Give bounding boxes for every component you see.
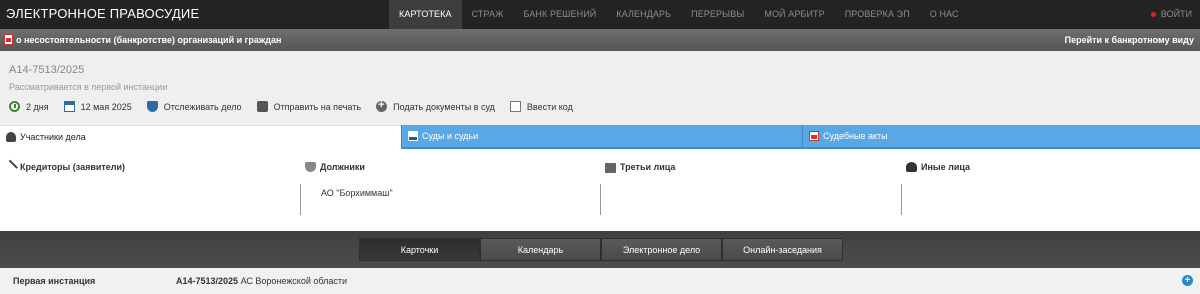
- tab-electronic-case[interactable]: Электронное дело: [601, 238, 722, 261]
- case-type-bar: о несостоятельности (банкротстве) органи…: [0, 29, 1200, 51]
- track-case-label: Отслеживать дело: [163, 101, 242, 112]
- tab-courts-label: Суды и судьи: [422, 131, 479, 141]
- bottom-tabs: Карточки Календарь Электронное дело Онла…: [359, 238, 843, 261]
- calendar-icon: [63, 101, 75, 112]
- third-parties-heading: Третьи лица: [620, 162, 676, 172]
- instance-row[interactable]: Первая инстанция А14-7513/2025 АС Вороне…: [0, 268, 1200, 294]
- tab-calendar[interactable]: Календарь: [480, 238, 601, 261]
- nav-item-bank-resheniy[interactable]: БАНК РЕШЕНИЙ: [514, 0, 607, 29]
- instance-label: Первая инстанция: [13, 276, 96, 286]
- case-status: Рассматривается в первой инстанции: [9, 82, 168, 92]
- nav-item-kartoteka[interactable]: КАРТОТЕКА: [389, 0, 462, 29]
- track-case-button[interactable]: Отслеживать дело: [146, 101, 242, 112]
- tab-courts-judges[interactable]: Суды и судьи: [401, 125, 802, 148]
- other-persons-heading: Иные лица: [921, 162, 970, 172]
- third-parties-column: Третьи лица: [600, 149, 900, 231]
- tab-participants[interactable]: Участники дела: [0, 125, 401, 148]
- other-persons-list: [901, 184, 922, 215]
- other-persons-column: Иные лица: [901, 149, 1200, 231]
- participants-panel: Кредиторы (заявители) Должники АО "Борхи…: [0, 149, 1200, 231]
- person-icon: [906, 162, 917, 172]
- printer-icon: [256, 101, 268, 112]
- case-type-title: о несостоятельности (банкротстве) органи…: [16, 35, 282, 45]
- tab-cards[interactable]: Карточки: [359, 238, 480, 261]
- bottom-toolbar: Карточки Календарь Электронное дело Онла…: [0, 231, 1200, 268]
- nav-item-calendar[interactable]: КАЛЕНДАРЬ: [606, 0, 681, 29]
- case-number: А14-7513/2025: [9, 64, 85, 76]
- plus-circle-icon: [376, 99, 388, 112]
- days-label: 2 дня: [26, 101, 49, 112]
- document-icon: [809, 131, 819, 141]
- top-navigation: ЭЛЕКТРОННОЕ ПРАВОСУДИЕ КАРТОТЕКА СТРАЖ Б…: [0, 0, 1200, 29]
- days-indicator: 2 дня: [9, 101, 49, 112]
- case-actions: 2 дня 12 мая 2025 Отслеживать дело Отпра…: [9, 99, 588, 112]
- hammer-icon: [3, 159, 18, 175]
- login-link[interactable]: ВОЙТИ: [1150, 0, 1192, 29]
- nav-item-check-signature[interactable]: ПРОВЕРКА ЭП: [835, 0, 920, 29]
- site-logo[interactable]: ЭЛЕКТРОННОЕ ПРАВОСУДИЕ: [6, 6, 199, 21]
- print-label: Отправить на печать: [273, 101, 362, 112]
- goto-bankruptcy-view-link[interactable]: Перейти к банкротному виду: [1065, 35, 1194, 45]
- enter-code-button[interactable]: Ввести код: [509, 101, 573, 112]
- third-parties-list: [600, 184, 621, 215]
- tab-court-acts[interactable]: Судебные акты: [802, 125, 1200, 148]
- instance-court: АС Воронежской области: [240, 276, 348, 286]
- tab-participants-label: Участники дела: [20, 132, 86, 142]
- shield-icon: [146, 101, 158, 112]
- tab-online-sessions[interactable]: Онлайн-заседания: [722, 238, 843, 261]
- submit-documents-button[interactable]: Подать документы в суд: [376, 99, 495, 112]
- debtors-list: АО "Борхиммаш": [300, 184, 393, 215]
- nav-item-breaks[interactable]: ПЕРЕРЫВЫ: [681, 0, 754, 29]
- debtors-heading: Должники: [320, 162, 365, 172]
- case-header: А14-7513/2025 Рассматривается в первой и…: [0, 51, 1200, 125]
- debtors-column: Должники АО "Борхиммаш": [300, 149, 600, 231]
- nav-item-strazh[interactable]: СТРАЖ: [462, 0, 514, 29]
- date-indicator: 12 мая 2025: [63, 101, 132, 112]
- debtor-item[interactable]: АО "Борхиммаш": [321, 184, 393, 202]
- building-icon: [605, 163, 616, 173]
- nav-item-about[interactable]: О НАС: [920, 0, 969, 29]
- status-dot-icon: [1150, 12, 1156, 18]
- creditors-heading: Кредиторы (заявители): [20, 162, 126, 172]
- keyboard-icon: [509, 101, 521, 112]
- document-icon: [4, 34, 13, 45]
- nav-item-my-arbiter[interactable]: МОЙ АРБИТР: [754, 0, 834, 29]
- enter-code-label: Ввести код: [526, 101, 573, 112]
- clock-icon: [9, 101, 20, 112]
- submit-documents-label: Подать документы в суд: [393, 101, 495, 112]
- case-tabs: Участники дела Суды и судьи Судебные акт…: [0, 125, 1200, 148]
- shield-icon: [305, 162, 316, 172]
- login-label: ВОЙТИ: [1160, 9, 1192, 19]
- expand-plus-icon[interactable]: +: [1182, 275, 1193, 286]
- instance-case: А14-7513/2025 АС Воронежской области: [176, 276, 347, 286]
- main-menu: КАРТОТЕКА СТРАЖ БАНК РЕШЕНИЙ КАЛЕНДАРЬ П…: [389, 0, 969, 29]
- date-label: 12 мая 2025: [80, 101, 132, 112]
- creditors-column: Кредиторы (заявители): [0, 149, 300, 231]
- tab-acts-label: Судебные акты: [823, 131, 888, 141]
- print-button[interactable]: Отправить на печать: [256, 101, 362, 112]
- user-icon: [6, 132, 16, 142]
- instance-case-number: А14-7513/2025: [176, 276, 239, 286]
- court-icon: [408, 131, 418, 141]
